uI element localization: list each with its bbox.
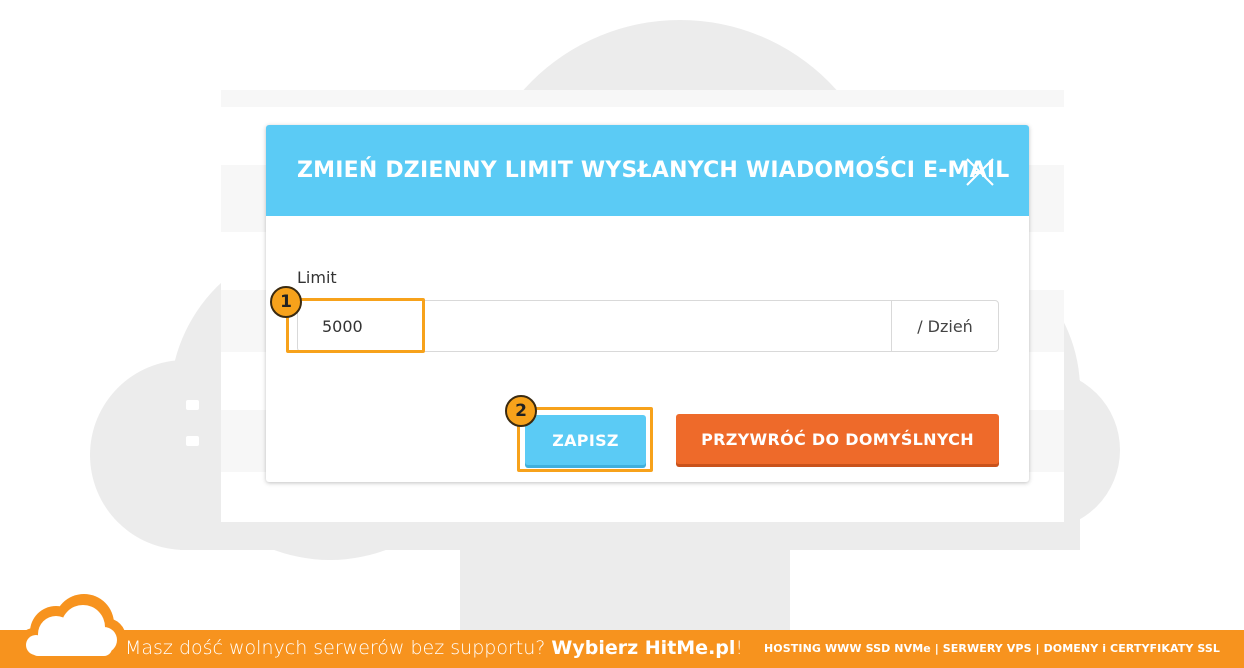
step-badge-2: 2 (505, 395, 537, 427)
limit-modal: ZMIEŃ DZIENNY LIMIT WYSŁANYCH WIADOMOŚCI… (266, 125, 1029, 482)
modal-header: ZMIEŃ DZIENNY LIMIT WYSŁANYCH WIADOMOŚCI… (266, 125, 1029, 216)
modal-title: ZMIEŃ DZIENNY LIMIT WYSŁANYCH WIADOMOŚCI… (297, 158, 1010, 183)
limit-unit-addon: / Dzień (891, 301, 998, 351)
footer-tagline-prefix: Masz dość wolnych serwerów bez supportu? (125, 637, 546, 659)
background-dot (186, 400, 199, 410)
limit-input[interactable] (298, 301, 891, 351)
limit-input-group: / Dzień (297, 300, 999, 352)
background-dot (186, 436, 199, 446)
limit-label: Limit (297, 268, 337, 287)
footer-tagline-suffix: ! (735, 637, 744, 659)
footer-tagline: Masz dość wolnych serwerów bez supportu?… (125, 637, 743, 659)
footer-links[interactable]: HOSTING WWW SSD NVMe | SERWERY VPS | DOM… (764, 642, 1220, 655)
reset-defaults-button[interactable]: PRZYWRÓĆ DO DOMYŚLNYCH (676, 414, 999, 464)
step-badge-1: 1 (270, 286, 302, 318)
save-button[interactable]: ZAPISZ (525, 415, 646, 465)
screenshot-stage: ZMIEŃ DZIENNY LIMIT WYSŁANYCH WIADOMOŚCI… (0, 0, 1244, 668)
close-button[interactable] (965, 157, 995, 187)
cloud-logo-icon (18, 594, 126, 660)
close-icon (966, 158, 994, 186)
footer-brand-link[interactable]: Wybierz HitMe.pl (551, 637, 735, 659)
